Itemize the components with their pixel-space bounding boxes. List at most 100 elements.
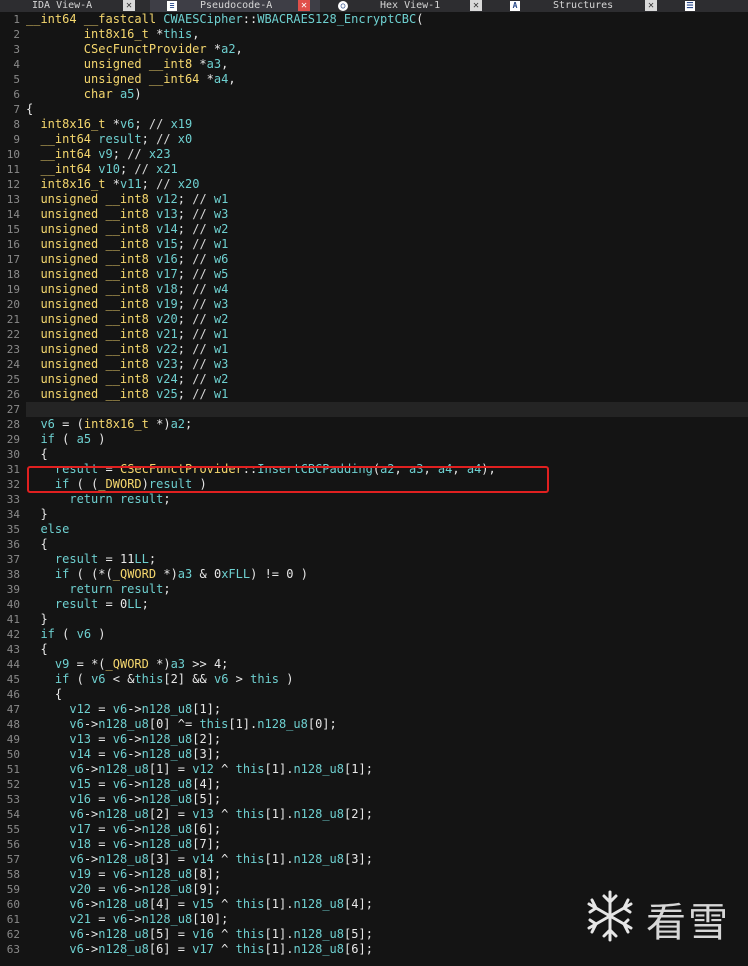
code-line[interactable]: v18 = v6->n128_u8[7]; xyxy=(26,837,748,852)
line-number: 44 xyxy=(6,658,20,671)
code-line[interactable]: unsigned __int8 v21; // w1 xyxy=(26,327,748,342)
code-line[interactable]: result = 0LL; xyxy=(26,597,748,612)
code-line[interactable]: unsigned __int8 v15; // w1 xyxy=(26,237,748,252)
line-number: 39 xyxy=(6,583,20,596)
line-number: 2 xyxy=(13,28,20,41)
tab-enums[interactable]: ☰ xyxy=(680,0,748,12)
code-line[interactable]: v16 = v6->n128_u8[5]; xyxy=(26,792,748,807)
pseudocode-editor[interactable]: 1 2 3 4 5 6 7 8 9 10 11 12 13 14 15 16 17 18 19 20 21 22 23 24 2… xyxy=(0,12,748,966)
line-number: 46 xyxy=(6,688,20,701)
line-number: 59 xyxy=(6,883,20,896)
close-icon[interactable]: ✕ xyxy=(645,0,657,11)
tab-hex-view[interactable]: ○ Hex View-1 ✕ xyxy=(330,0,490,12)
line-number: 20 xyxy=(6,298,20,311)
code-line[interactable]: { xyxy=(26,447,748,462)
code-line[interactable]: v6->n128_u8[1] = v12 ^ this[1].n128_u8[1… xyxy=(26,762,748,777)
code-line[interactable]: unsigned __int8 v16; // w6 xyxy=(26,252,748,267)
code-line[interactable]: v6 = (int8x16_t *)a2; xyxy=(26,417,748,432)
tab-label: Structures xyxy=(553,0,614,11)
line-number-gutter: 1 2 3 4 5 6 7 8 9 10 11 12 13 14 15 16 17 18 19 20 21 22 23 24 2… xyxy=(0,12,22,966)
code-line[interactable]: __int64 v10; // x21 xyxy=(26,162,748,177)
line-number: 26 xyxy=(6,388,20,401)
code-line[interactable]: int8x16_t *this, xyxy=(26,27,748,42)
code-line[interactable]: v13 = v6->n128_u8[2]; xyxy=(26,732,748,747)
line-number: 52 xyxy=(6,778,20,791)
code-line[interactable]: int8x16_t *v6; // x19 xyxy=(26,117,748,132)
code-line[interactable]: v6->n128_u8[0] ^= this[1].n128_u8[0]; xyxy=(26,717,748,732)
code-line[interactable]: if ( (*(_QWORD *)a3 & 0xFLL) != 0 ) xyxy=(26,567,748,582)
highlight-annotation-box xyxy=(27,466,549,493)
tab-pseudocode[interactable]: ≡ Pseudocode-A ✕ xyxy=(150,0,320,12)
line-number: 6 xyxy=(13,88,20,101)
code-line[interactable]: unsigned __int8 v19; // w3 xyxy=(26,297,748,312)
code-line[interactable]: if ( v6 < &this[2] && v6 > this ) xyxy=(26,672,748,687)
line-number: 5 xyxy=(13,73,20,86)
code-line[interactable]: { xyxy=(26,687,748,702)
line-number: 25 xyxy=(6,373,20,386)
code-line[interactable]: v9 = *(_QWORD *)a3 >> 4; xyxy=(26,657,748,672)
code-line[interactable]: unsigned __int8 v18; // w4 xyxy=(26,282,748,297)
line-number: 15 xyxy=(6,223,20,236)
code-line[interactable]: unsigned __int8 v22; // w1 xyxy=(26,342,748,357)
line-number: 21 xyxy=(6,313,20,326)
code-line[interactable]: v6->n128_u8[3] = v14 ^ this[1].n128_u8[3… xyxy=(26,852,748,867)
code-line[interactable]: unsigned __int8 v12; // w1 xyxy=(26,192,748,207)
code-line[interactable]: char a5) xyxy=(26,87,748,102)
code-line[interactable]: __int64 __fastcall CWAESCipher::WBACRAES… xyxy=(26,12,748,27)
tab-structures[interactable]: A Structures ✕ xyxy=(505,0,670,12)
code-line[interactable]: unsigned __int8 v23; // w3 xyxy=(26,357,748,372)
line-number: 9 xyxy=(13,133,20,146)
close-icon[interactable]: ✕ xyxy=(298,0,310,11)
line-number: 41 xyxy=(6,613,20,626)
code-line[interactable]: unsigned __int8 v25; // w1 xyxy=(26,387,748,402)
line-number: 42 xyxy=(6,628,20,641)
code-line[interactable]: v14 = v6->n128_u8[3]; xyxy=(26,747,748,762)
code-line[interactable]: unsigned __int64 *a4, xyxy=(26,72,748,87)
code-line[interactable]: unsigned __int8 v17; // w5 xyxy=(26,267,748,282)
line-number: 18 xyxy=(6,268,20,281)
line-number: 11 xyxy=(6,163,20,176)
line-number: 62 xyxy=(6,928,20,941)
code-line[interactable]: } xyxy=(26,507,748,522)
code-line[interactable]: if ( a5 ) xyxy=(26,432,748,447)
code-line[interactable] xyxy=(26,402,748,417)
code-line[interactable]: v12 = v6->n128_u8[1]; xyxy=(26,702,748,717)
code-line[interactable]: return result; xyxy=(26,582,748,597)
line-number: 51 xyxy=(6,763,20,776)
code-line[interactable]: { xyxy=(26,642,748,657)
code-line[interactable]: v15 = v6->n128_u8[4]; xyxy=(26,777,748,792)
code-line[interactable]: { xyxy=(26,537,748,552)
tab-ida-view[interactable]: IDA View-A ✕ xyxy=(0,0,148,12)
line-number: 31 xyxy=(6,463,20,476)
code-line[interactable]: unsigned __int8 v13; // w3 xyxy=(26,207,748,222)
line-number: 35 xyxy=(6,523,20,536)
code-line[interactable]: unsigned __int8 v24; // w2 xyxy=(26,372,748,387)
code-line[interactable]: unsigned __int8 v14; // w2 xyxy=(26,222,748,237)
line-number: 19 xyxy=(6,283,20,296)
line-number: 50 xyxy=(6,748,20,761)
code-line[interactable]: unsigned __int8 *a3, xyxy=(26,57,748,72)
code-line[interactable]: v19 = v6->n128_u8[8]; xyxy=(26,867,748,882)
code-line[interactable]: v6->n128_u8[2] = v13 ^ this[1].n128_u8[2… xyxy=(26,807,748,822)
code-line[interactable]: return result; xyxy=(26,492,748,507)
code-line[interactable]: int8x16_t *v11; // x20 xyxy=(26,177,748,192)
code-line[interactable]: result = 11LL; xyxy=(26,552,748,567)
close-icon[interactable]: ✕ xyxy=(123,0,135,11)
code-line[interactable]: __int64 v9; // x23 xyxy=(26,147,748,162)
code-line[interactable]: else xyxy=(26,522,748,537)
line-number: 37 xyxy=(6,553,20,566)
line-number: 53 xyxy=(6,793,20,806)
code-line[interactable]: } xyxy=(26,612,748,627)
code-line[interactable]: v17 = v6->n128_u8[6]; xyxy=(26,822,748,837)
line-number: 60 xyxy=(6,898,20,911)
line-number: 58 xyxy=(6,868,20,881)
close-icon[interactable]: ✕ xyxy=(470,0,482,11)
structures-icon: A xyxy=(510,1,520,11)
code-line[interactable]: { xyxy=(26,102,748,117)
code-line[interactable]: __int64 result; // x0 xyxy=(26,132,748,147)
code-line[interactable]: unsigned __int8 v20; // w2 xyxy=(26,312,748,327)
line-number: 3 xyxy=(13,43,20,56)
code-line[interactable]: CSecFunctProvider *a2, xyxy=(26,42,748,57)
line-number: 38 xyxy=(6,568,20,581)
code-line[interactable]: if ( v6 ) xyxy=(26,627,748,642)
